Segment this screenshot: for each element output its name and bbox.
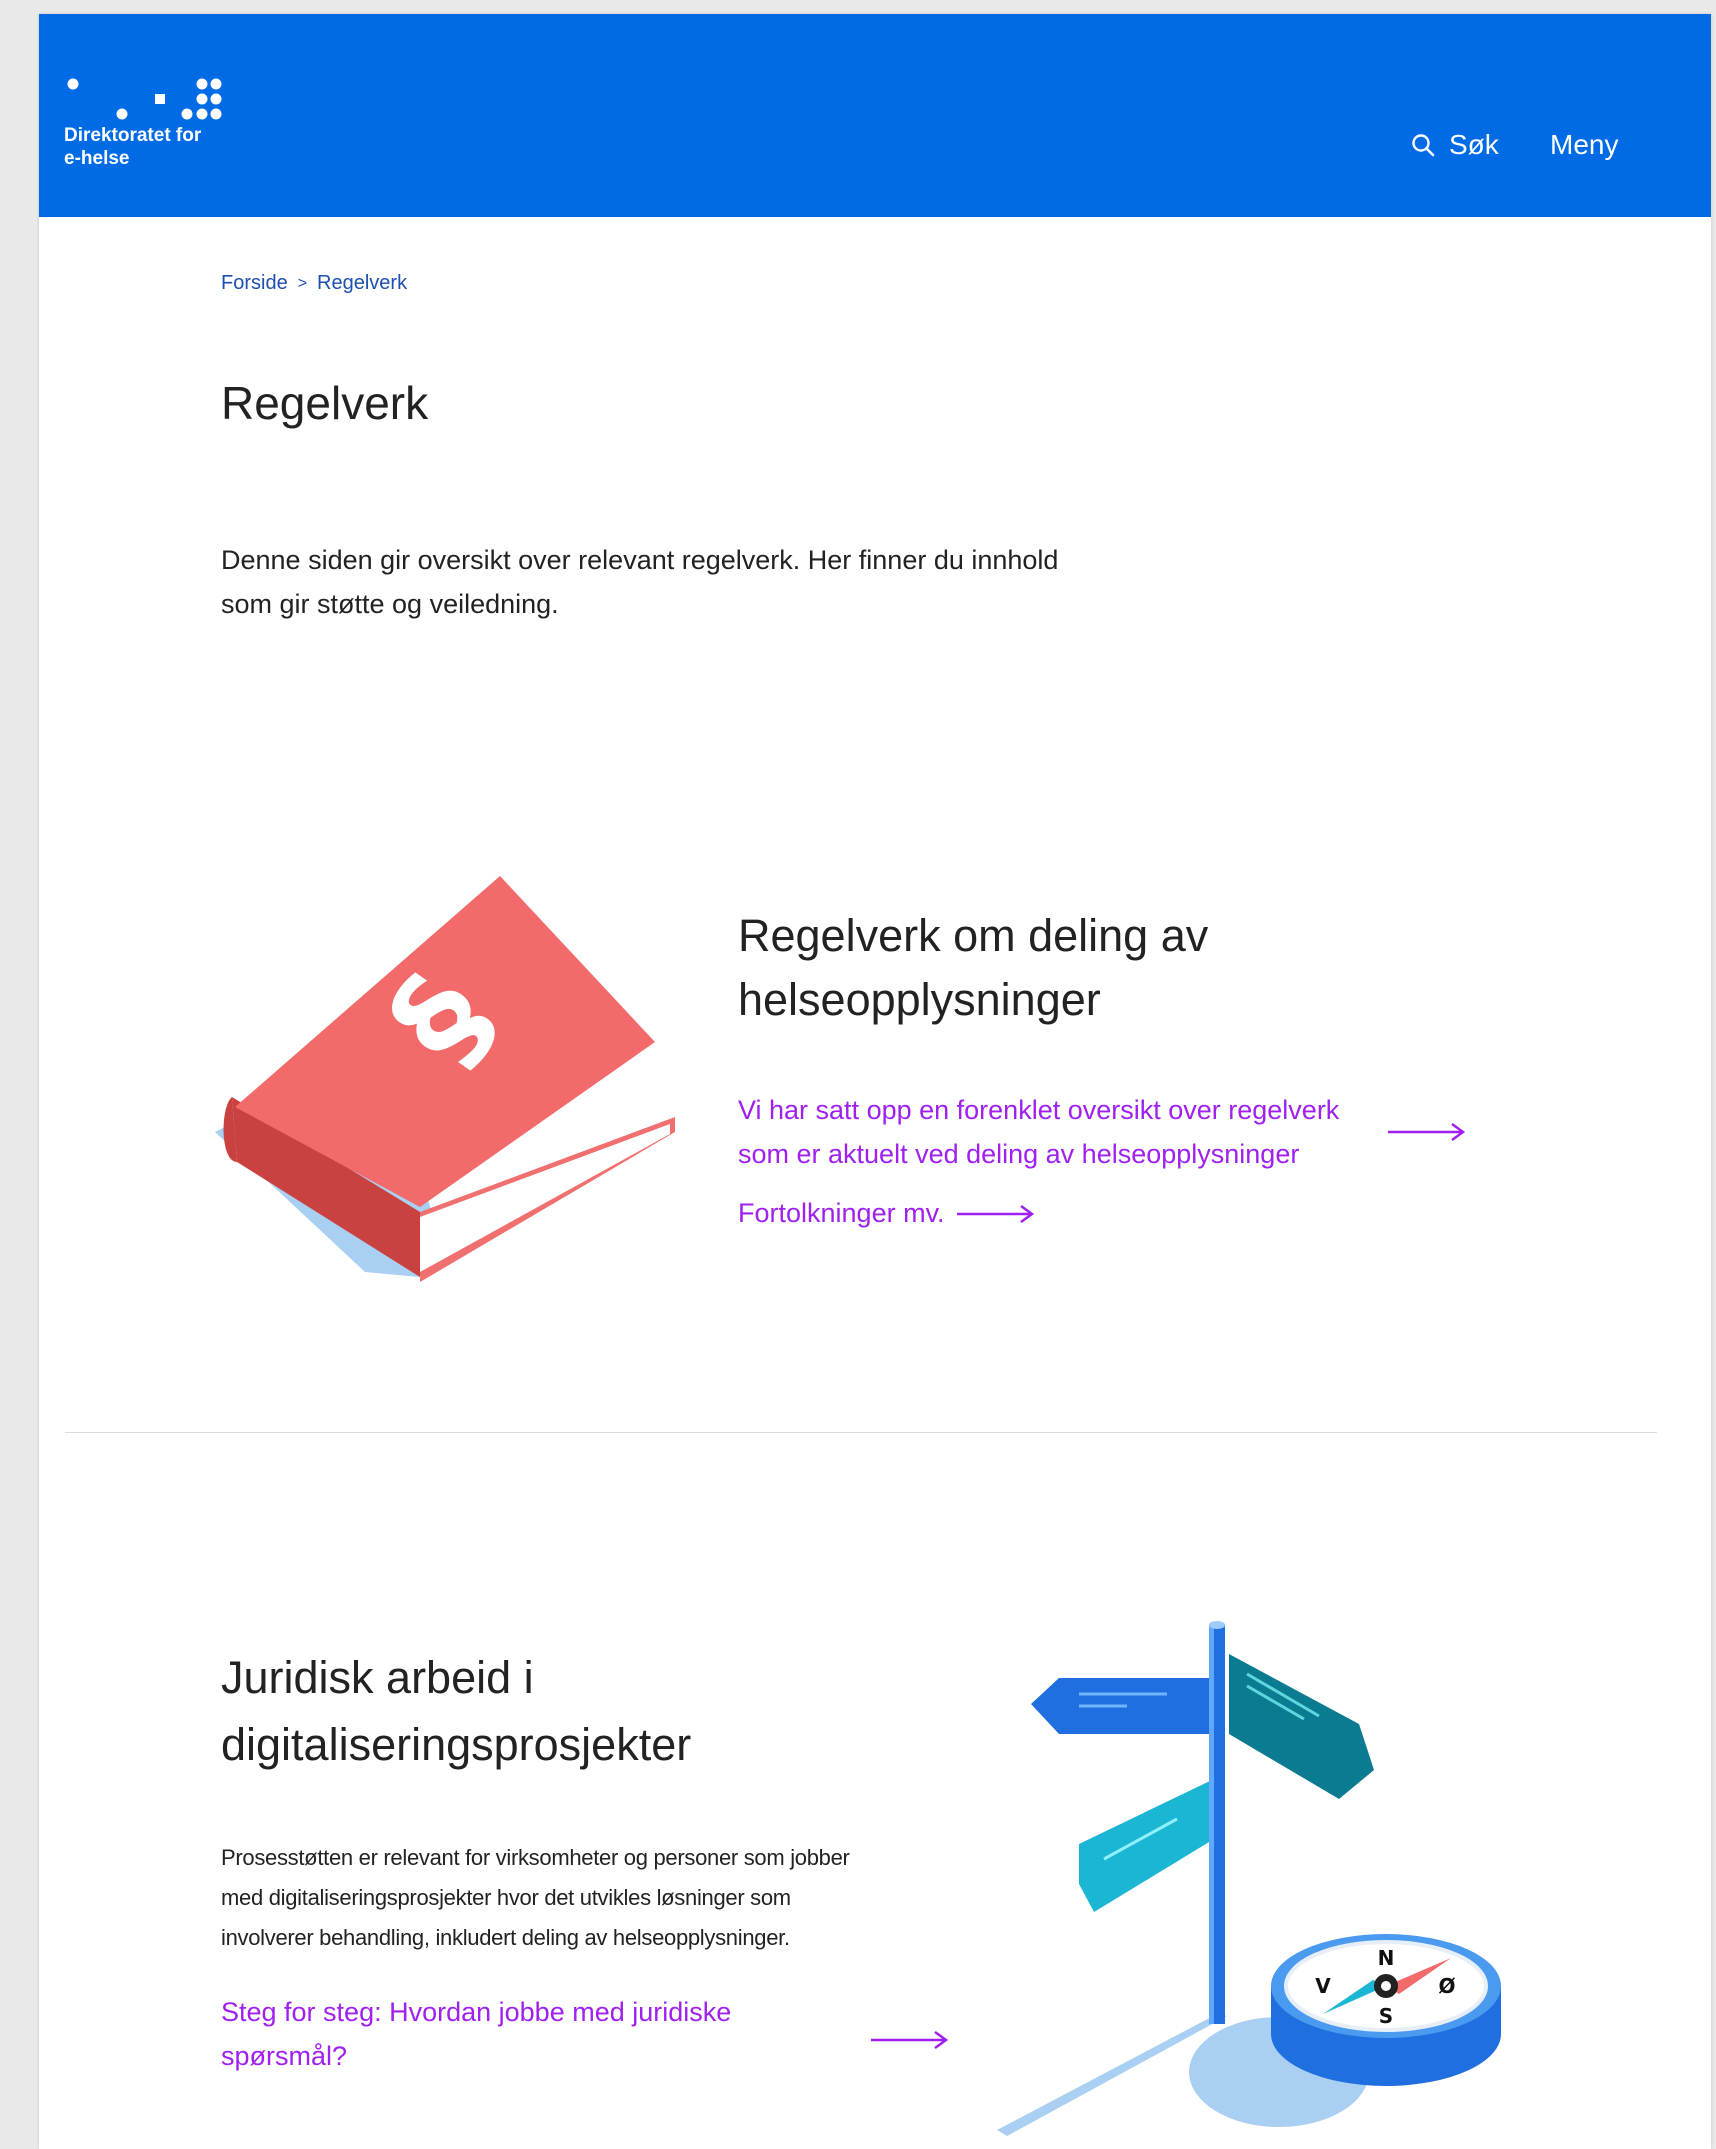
page: Direktoratet for e-helse Søk Meny Forsid… — [39, 14, 1711, 2149]
regelverk-overview-link-line2: som er aktuelt ved deling av helseopplys… — [738, 1139, 1300, 1169]
menu-button[interactable]: Meny — [1550, 125, 1618, 165]
page-title: Regelverk — [221, 377, 429, 429]
fortolkninger-link-text: Fortolkninger mv. — [738, 1198, 945, 1228]
intro-text: Denne siden gir oversikt over relevant r… — [221, 538, 1121, 626]
compass-w: V — [1315, 1974, 1331, 1998]
search-button[interactable]: Søk — [1411, 125, 1499, 165]
section-body-line1: Prosesstøtten er relevant for virksomhet… — [221, 1845, 850, 1870]
logo-text-line1: Direktoratet for — [64, 125, 202, 146]
logo-text-line2: e-helse — [64, 148, 130, 169]
compass-n: N — [1378, 1946, 1395, 1970]
book-illustration: § — [215, 876, 675, 1282]
signpost-compass-illustration: N S V Ø — [997, 1621, 1501, 2136]
arrow-right-icon — [956, 1204, 1034, 1223]
search-label: Søk — [1449, 129, 1499, 160]
steg-for-steg-link-text: Steg for steg: Hvordan jobbe med juridis… — [221, 1990, 841, 2078]
section-title-sharing-line2: helseopplysninger — [738, 974, 1101, 1025]
regelverk-overview-link-text: Vi har satt opp en forenklet oversikt ov… — [738, 1088, 1368, 1176]
section-title-juridisk-line2: digitaliseringsprosjekter — [221, 1719, 692, 1770]
steg-for-steg-link-line1: Steg for steg: Hvordan jobbe med juridis… — [221, 1997, 732, 2027]
menu-label: Meny — [1550, 129, 1619, 160]
section-title-juridisk-line1: Juridisk arbeid i — [221, 1652, 534, 1703]
steg-for-steg-link-line2: spørsmål? — [221, 2041, 348, 2071]
section-title-sharing-line1: Regelverk om deling av — [738, 910, 1209, 961]
arrow-right-icon — [1388, 1122, 1466, 1142]
breadcrumb: Forside > Regelverk — [221, 272, 407, 295]
section-divider — [65, 1432, 1657, 1433]
arrow-right-icon — [871, 2030, 949, 2050]
section-title-juridisk: Juridisk arbeid i digitaliseringsprosjek… — [221, 1644, 841, 1778]
logo-text[interactable]: Direktoratet for e-helse — [64, 124, 201, 170]
breadcrumb-separator: > — [297, 274, 308, 292]
intro-line-1: Denne siden gir oversikt over relevant r… — [221, 545, 1059, 575]
section-body-line2: med digitaliseringsprosjekter hvor det u… — [221, 1885, 791, 1910]
breadcrumb-current-link[interactable]: Regelverk — [317, 272, 407, 295]
compass-s: S — [1379, 2004, 1393, 2028]
regelverk-overview-link[interactable]: Vi har satt opp en forenklet oversikt ov… — [738, 1088, 1466, 1176]
section-body-line3: involverer behandling, inkludert deling … — [221, 1925, 790, 1950]
section-title-sharing: Regelverk om deling av helseopplysninger — [738, 904, 1298, 1032]
intro-line-2: som gir støtte og veiledning. — [221, 589, 559, 619]
search-icon — [1412, 134, 1435, 157]
regelverk-overview-link-line1: Vi har satt opp en forenklet oversikt ov… — [738, 1095, 1340, 1125]
fortolkninger-link[interactable]: Fortolkninger mv. — [738, 1198, 1035, 1229]
steg-for-steg-link[interactable]: Steg for steg: Hvordan jobbe med juridis… — [221, 1990, 981, 2078]
site-header: Direktoratet for e-helse Søk Meny — [39, 14, 1711, 217]
section-body-juridisk: Prosesstøtten er relevant for virksomhet… — [221, 1838, 911, 1958]
breadcrumb-home-link[interactable]: Forside — [221, 272, 288, 295]
compass-e: Ø — [1438, 1974, 1455, 1998]
